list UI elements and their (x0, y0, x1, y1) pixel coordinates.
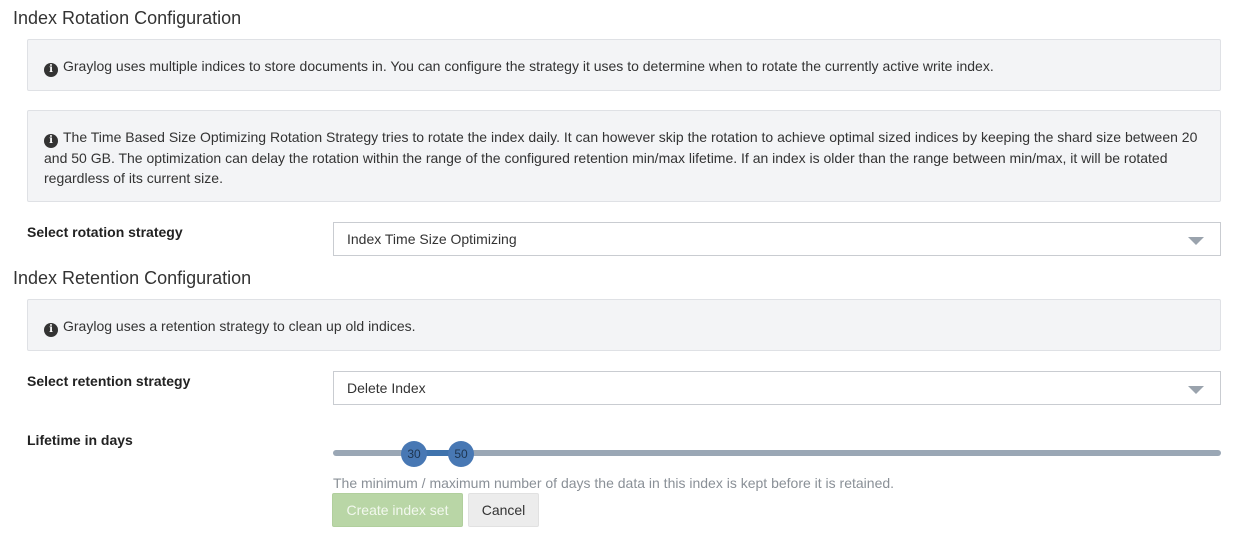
lifetime-label: Lifetime in days (27, 432, 133, 448)
retention-strategy-select[interactable]: Delete Index (333, 371, 1221, 405)
info-icon: i (44, 63, 58, 77)
create-index-set-button[interactable]: Create index set (332, 493, 463, 527)
lifetime-max-handle[interactable]: 50 (448, 441, 474, 467)
rotation-info-text: Graylog uses multiple indices to store d… (63, 58, 994, 74)
cancel-button[interactable]: Cancel (468, 493, 539, 527)
rotation-strategy-info-text: The Time Based Size Optimizing Rotation … (44, 129, 1198, 186)
rotation-section-title: Index Rotation Configuration (13, 8, 242, 28)
retention-strategy-value: Delete Index (347, 380, 426, 396)
lifetime-min-handle[interactable]: 30 (401, 441, 427, 467)
rotation-strategy-value: Index Time Size Optimizing (347, 231, 517, 247)
retention-section-title: Index Retention Configuration (13, 268, 252, 288)
info-icon: i (44, 323, 58, 337)
caret-down-icon[interactable] (1188, 386, 1204, 394)
retention-strategy-label: Select retention strategy (27, 373, 191, 389)
rotation-info-alert: i Graylog uses multiple indices to store … (27, 39, 1221, 91)
rotation-strategy-select[interactable]: Index Time Size Optimizing (333, 222, 1221, 256)
caret-down-icon[interactable] (1188, 237, 1204, 245)
info-icon: i (44, 134, 58, 148)
rotation-strategy-label: Select rotation strategy (27, 224, 183, 240)
rotation-strategy-info-alert: i The Time Based Size Optimizing Rotation… (27, 110, 1221, 202)
retention-info-alert: i Graylog uses a retention strategy to cl… (27, 299, 1221, 351)
retention-info-text: Graylog uses a retention strategy to cle… (63, 318, 416, 334)
lifetime-help-text: The minimum / maximum number of days the… (333, 475, 895, 491)
